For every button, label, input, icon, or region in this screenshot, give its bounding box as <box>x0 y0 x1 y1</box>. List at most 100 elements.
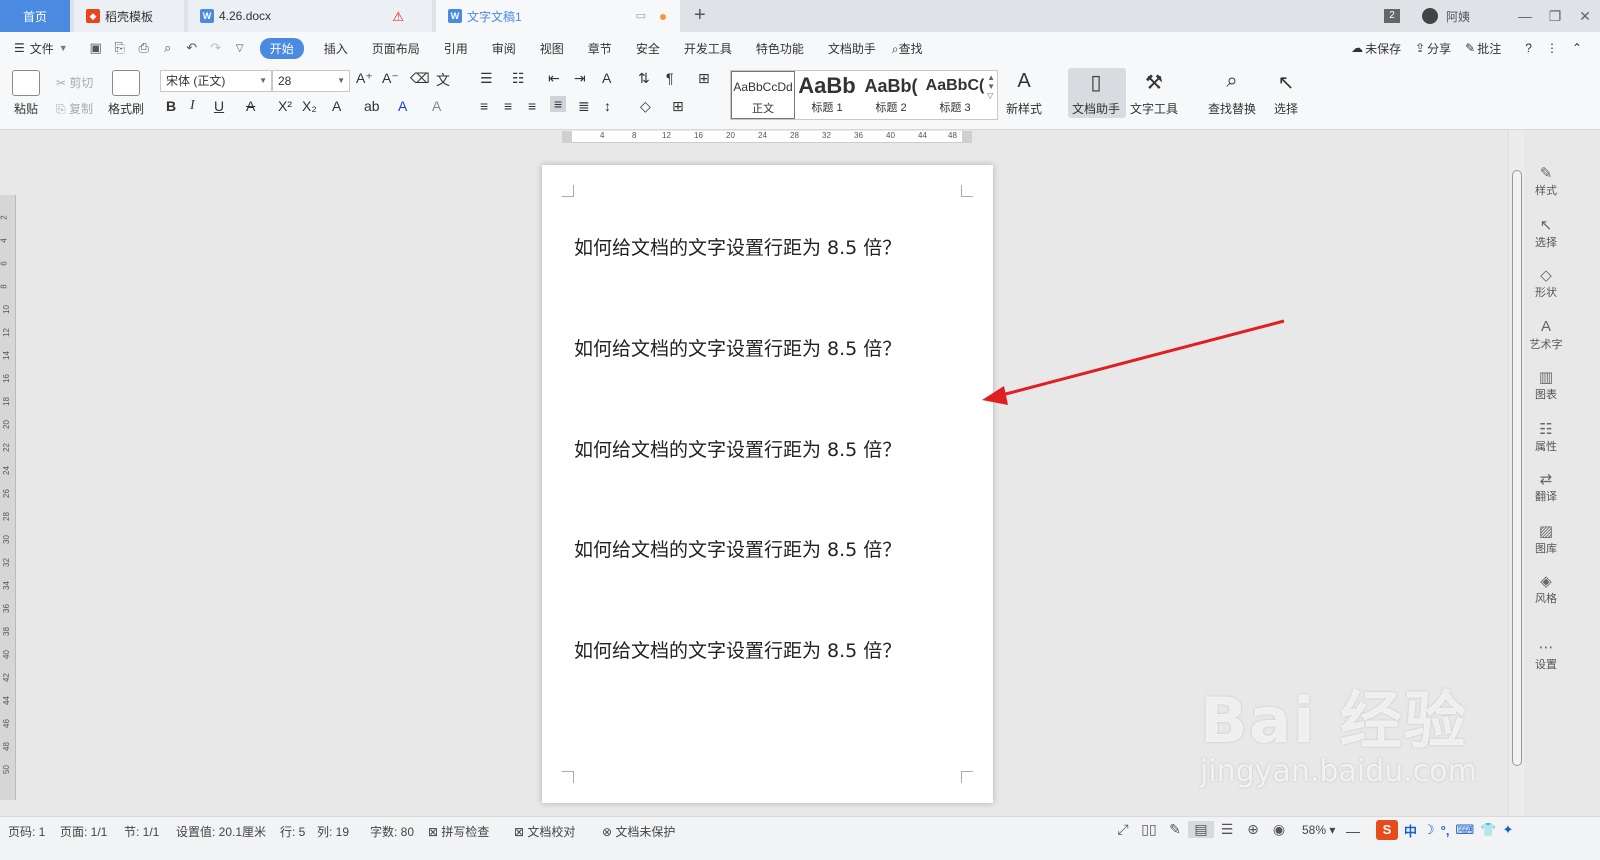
status-col[interactable]: 列: 19 <box>317 823 349 840</box>
file-menu[interactable]: ☰ 文件 ▼ <box>14 40 68 57</box>
window-icon[interactable]: ▭ <box>636 9 646 22</box>
proofread-button[interactable]: ⊠ 文档校对 <box>514 823 575 840</box>
style-heading-3[interactable]: AaBbC( 标题 3 <box>923 71 987 119</box>
underline-icon[interactable]: U <box>214 98 224 114</box>
gallery-scroll-icon[interactable]: ▲ ▼ ▽ <box>987 73 995 100</box>
document-paragraph[interactable]: 如何给文档的文字设置行距为 8.5 倍？ <box>574 435 901 462</box>
distribute-icon[interactable]: ≣ <box>578 98 590 115</box>
sogou-logo-icon[interactable]: S <box>1376 820 1398 840</box>
tab-doc-active[interactable]: W 文字文稿1 ▭ <box>436 0 680 32</box>
add-tab-button[interactable]: + <box>694 4 706 27</box>
superscript-icon[interactable]: X² <box>278 98 292 114</box>
font-size-select[interactable]: 28 ▼ <box>272 70 350 92</box>
vertical-ruler[interactable]: 2 4 6 8 10 12 14 16 18 20 22 24 26 28 30… <box>0 195 16 800</box>
shading-icon[interactable]: ◇ <box>640 98 651 115</box>
font-color-icon[interactable]: A <box>398 98 407 114</box>
menu-doc-helper[interactable]: 文档助手 <box>828 40 876 57</box>
font-name-select[interactable]: 宋体 (正文) ▼ <box>160 70 272 92</box>
panel-styles[interactable]: ✎ 样式 <box>1526 164 1566 198</box>
tab-daoke-templates[interactable]: ◆ 稻壳模板 <box>74 0 184 32</box>
subscript-icon[interactable]: X₂ <box>302 98 317 114</box>
italic-icon[interactable]: I <box>190 98 195 114</box>
align-right-icon[interactable]: ≡ <box>528 98 536 114</box>
text-direction-icon[interactable]: A <box>602 70 611 86</box>
zoom-out-icon[interactable]: — <box>1346 823 1360 839</box>
find-replace-button[interactable]: ⌕ 查找替换 <box>1208 70 1256 117</box>
border-icon[interactable]: ⊞ <box>672 98 684 115</box>
menu-special[interactable]: 特色功能 <box>756 40 804 57</box>
close-icon[interactable]: ✕ <box>1570 8 1600 25</box>
save-icon[interactable]: ▣ <box>84 40 108 56</box>
tab-home[interactable]: 首页 <box>0 0 70 32</box>
decrease-indent-icon[interactable]: ⇤ <box>548 70 560 87</box>
menu-search[interactable]: ⌕查找 <box>892 40 923 57</box>
copy-button[interactable]: ⎘ 复制 <box>56 100 93 117</box>
write-mode-icon[interactable]: ✎ <box>1162 821 1188 838</box>
menu-page-layout[interactable]: 页面布局 <box>372 40 420 57</box>
menu-view[interactable]: 视图 <box>540 40 564 57</box>
bullet-list-icon[interactable]: ☰ <box>480 70 493 87</box>
justify-icon[interactable]: ≡ <box>550 96 567 112</box>
menu-insert[interactable]: 插入 <box>324 40 348 57</box>
share-button[interactable]: 分享 <box>1427 40 1451 57</box>
text-effect-icon[interactable]: A <box>332 98 341 114</box>
page-view-icon[interactable]: ▤ <box>1188 821 1214 838</box>
more-icon[interactable]: ⋮ <box>1546 41 1558 55</box>
redo-icon[interactable]: ↷ <box>204 40 228 56</box>
style-heading-1[interactable]: AaBb 标题 1 <box>795 71 859 119</box>
tab-doc-4-26[interactable]: W 4.26.docx ⚠ <box>188 0 432 32</box>
scrollbar-thumb[interactable] <box>1512 170 1522 766</box>
menu-developer[interactable]: 开发工具 <box>684 40 732 57</box>
keyboard-icon[interactable]: ⌨ <box>1455 822 1474 838</box>
strikethrough-icon[interactable]: A <box>246 98 255 114</box>
grow-font-icon[interactable]: A⁺ <box>356 70 373 87</box>
cloud-icon[interactable]: ☁ <box>1351 41 1363 55</box>
line-spacing-icon[interactable]: ↕ <box>604 98 611 114</box>
punct-icon[interactable]: °, <box>1441 823 1450 838</box>
document-paragraph[interactable]: 如何给文档的文字设置行距为 8.5 倍？ <box>574 636 901 663</box>
share-icon[interactable]: ⇪ <box>1415 41 1425 55</box>
panel-gallery[interactable]: ▨ 图库 <box>1526 522 1566 556</box>
menu-home[interactable]: 开始 <box>259 37 304 59</box>
show-marks-icon[interactable]: ¶ <box>666 70 674 86</box>
char-shading-icon[interactable]: A <box>432 98 441 114</box>
menu-review[interactable]: 审阅 <box>492 40 516 57</box>
status-row[interactable]: 行: 5 <box>280 823 305 840</box>
help-icon[interactable]: ? <box>1525 41 1532 55</box>
doc-helper-button[interactable]: ▯ 文档助手 <box>1072 70 1120 117</box>
increase-indent-icon[interactable]: ⇥ <box>574 70 586 87</box>
panel-settings[interactable]: ⋯ 设置 <box>1526 638 1566 672</box>
status-pages[interactable]: 页面: 1/1 <box>60 823 107 840</box>
status-section[interactable]: 节: 1/1 <box>124 823 159 840</box>
quick-access-more-icon[interactable]: ▽ <box>228 43 252 54</box>
fullscreen-icon[interactable]: ⤢ <box>1110 821 1136 838</box>
print-preview-icon[interactable]: ⌕ <box>156 40 180 56</box>
status-word-count[interactable]: 字数: 80 <box>370 823 414 840</box>
cut-button[interactable]: ✂ 剪切 <box>56 74 93 91</box>
outline-view-icon[interactable]: ☰ <box>1214 821 1240 838</box>
new-style-button[interactable]: A 新样式 <box>1006 70 1042 117</box>
style-normal[interactable]: AaBbCcDd 正文 <box>731 71 795 119</box>
select-button[interactable]: ↖ 选择 <box>1274 70 1298 117</box>
status-setting[interactable]: 设置值: 20.1厘米 <box>176 823 266 840</box>
bold-icon[interactable]: B <box>166 98 176 114</box>
shrink-font-icon[interactable]: A⁻ <box>382 70 399 87</box>
panel-theme[interactable]: ◈ 风格 <box>1526 572 1566 606</box>
align-left-icon[interactable]: ≡ <box>480 98 488 114</box>
document-paragraph[interactable]: 如何给文档的文字设置行距为 8.5 倍？ <box>574 334 901 361</box>
document-paragraph[interactable]: 如何给文档的文字设置行距为 8.5 倍？ <box>574 233 901 260</box>
horizontal-ruler[interactable]: 4 8 12 16 20 24 28 32 36 40 44 48 <box>572 131 962 143</box>
align-center-icon[interactable]: ≡ <box>504 98 512 114</box>
panel-shapes[interactable]: ◇ 形状 <box>1526 266 1566 300</box>
panel-translate[interactable]: ⇄ 翻译 <box>1526 470 1566 504</box>
minimize-icon[interactable]: — <box>1510 8 1540 24</box>
spell-check-button[interactable]: ⊠ 拼写检查 <box>428 823 489 840</box>
format-painter-button[interactable]: 格式刷 <box>108 70 144 117</box>
read-mode-icon[interactable]: ▯▯ <box>1136 821 1162 838</box>
protect-button[interactable]: ⊗ 文档未保护 <box>602 823 675 840</box>
skin-icon[interactable]: 👕 <box>1480 822 1496 838</box>
eye-protect-icon[interactable]: ◉ <box>1266 821 1292 838</box>
document-paragraph[interactable]: 如何给文档的文字设置行距为 8.5 倍？ <box>574 535 901 562</box>
highlight-icon[interactable]: ab <box>364 98 380 114</box>
phonetic-icon[interactable]: 文 <box>436 70 450 90</box>
